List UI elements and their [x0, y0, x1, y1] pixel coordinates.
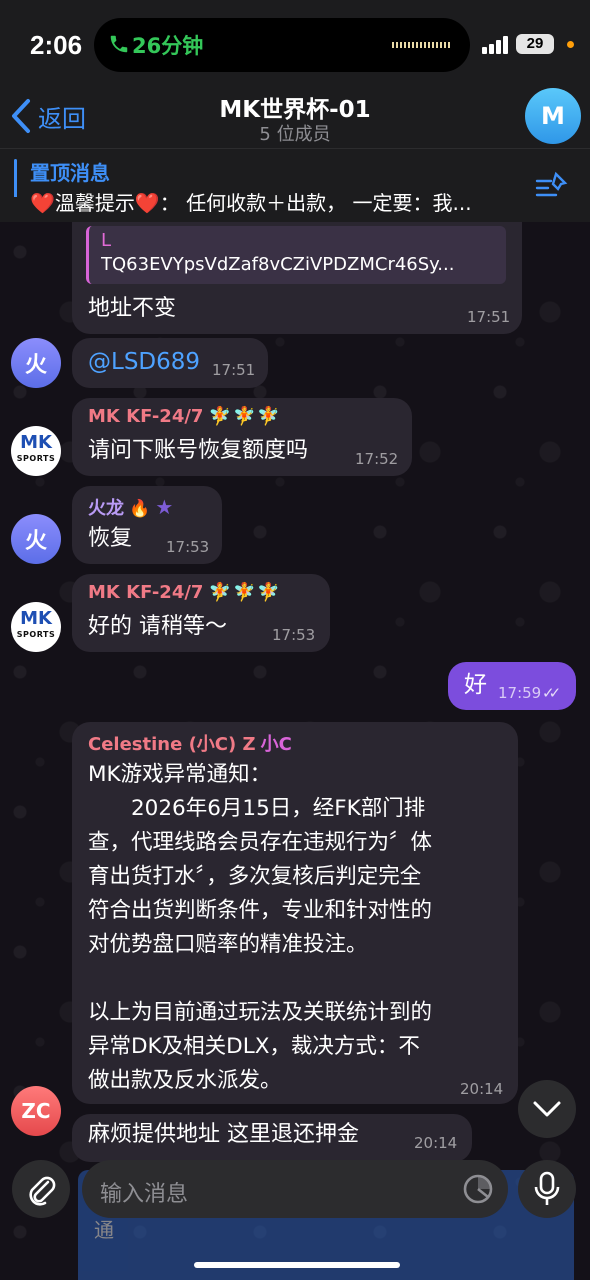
pinned-indicator	[14, 159, 17, 213]
message-time: 17:52	[355, 450, 399, 468]
avatar-logo-top: MK	[20, 432, 52, 453]
audio-wave-icon	[392, 42, 450, 48]
pinned-list-icon[interactable]	[534, 171, 568, 201]
sender-name[interactable]: MK KF-24/7	[88, 582, 203, 603]
sender-row: 火龙 🔥 ★	[88, 494, 173, 520]
star-badge-icon: ★	[155, 495, 174, 519]
message-time: 20:14	[460, 1080, 504, 1098]
reply-quote[interactable]: L TQ63EVYpsVdZaf8vCZiVPDZMCr46Sy...	[86, 226, 506, 284]
read-checkmarks-icon: ✓✓	[542, 684, 561, 702]
chevron-down-icon	[533, 1101, 561, 1117]
sender-name[interactable]: MK KF-24/7	[88, 406, 203, 427]
quote-text: TQ63EVYpsVdZaf8vCZiVPDZMCr46Sy...	[101, 254, 455, 275]
message-input-placeholder: 输入消息	[100, 1182, 189, 1207]
pinned-title: 置顶消息	[30, 161, 110, 185]
voice-record-button[interactable]	[518, 1160, 576, 1218]
message-bubble[interactable]: Celestine (小C) Z 小C MK游戏异常通知： 2026年6月15日…	[72, 722, 518, 1104]
message-text: 好的 请稍等～	[88, 614, 227, 639]
message-line: MK游戏异常通知：	[88, 762, 272, 787]
message-line	[88, 962, 508, 996]
sender-name[interactable]: Celestine (小C) Z	[88, 734, 256, 755]
composer-bar: 输入消息	[0, 1152, 590, 1280]
chat-title[interactable]: MK世界杯-01	[0, 90, 590, 124]
message-line: 2026年6月15日，经FK部门排	[88, 796, 426, 821]
fire-emoji: 🔥	[129, 499, 151, 519]
message-text: 地址不变	[88, 296, 177, 321]
message-time: 17:51	[467, 308, 511, 326]
avatar[interactable]: MK SPORTS	[11, 602, 61, 652]
call-duration: 26分钟	[132, 34, 204, 58]
sender-row: MK KF-24/7 🧚🧚🧚	[88, 582, 282, 603]
message-time: 17:53	[166, 538, 210, 556]
battery-icon: 29	[516, 34, 554, 54]
pinned-message-bar[interactable]: 置顶消息 ❤️溫馨提示❤️： 任何收款＋出款， 一定要：我...	[0, 148, 590, 222]
message-bubble[interactable]: MK KF-24/7 🧚🧚🧚 好的 请稍等～ 17:53	[72, 574, 330, 652]
scroll-to-bottom-button[interactable]	[518, 1080, 576, 1138]
member-count: 5 位成员	[259, 124, 331, 145]
sender-tag: 小C	[260, 734, 292, 755]
message-text: 好	[464, 672, 487, 698]
message-time: 17:59	[498, 684, 542, 702]
message-line: 以上为目前通过玩法及关联统计到的	[88, 1000, 433, 1025]
avatar[interactable]: ZC	[11, 1086, 61, 1136]
avatar-logo-top: MK	[20, 608, 52, 629]
sender-row: MK KF-24/7 🧚🧚🧚	[88, 406, 282, 427]
phone-icon	[108, 32, 130, 56]
avatar-logo-bottom: SPORTS	[16, 454, 56, 463]
message-line: 育出货打水〞，多次复核后判定完全	[88, 864, 422, 889]
message-bubble[interactable]: L TQ63EVYpsVdZaf8vCZiVPDZMCr46Sy... 地址不变…	[72, 222, 522, 334]
message-text: 恢复	[88, 526, 133, 551]
avatar[interactable]: MK SPORTS	[11, 426, 61, 476]
outgoing-message-bubble[interactable]: 好 17:59 ✓✓	[448, 662, 576, 710]
recording-dot-icon	[567, 41, 574, 48]
attach-button[interactable]	[12, 1160, 70, 1218]
message-bubble[interactable]: MK KF-24/7 🧚🧚🧚 请问下账号恢复额度吗 17:52	[72, 398, 412, 476]
active-call-pill[interactable]: 26分钟	[94, 18, 470, 72]
message-mention[interactable]: @LSD689	[88, 345, 200, 379]
message-time: 17:53	[272, 626, 316, 644]
sender-row: Celestine (小C) Z 小C	[88, 730, 292, 756]
message-line: 查，代理线路会员存在违规行为〞体	[88, 830, 433, 855]
avatar[interactable]: 火	[11, 338, 61, 388]
fairy-emoji: 🧚🧚🧚	[208, 406, 282, 427]
signal-icon	[482, 36, 508, 54]
message-text: 请问下账号恢复额度吗	[88, 438, 309, 463]
message-line: 符合出货判断条件，专业和针对性的	[88, 898, 433, 923]
avatar[interactable]: 火	[11, 514, 61, 564]
home-indicator[interactable]	[194, 1262, 400, 1268]
message-time: 20:14	[414, 1134, 458, 1152]
sender-name[interactable]: 火龙	[88, 498, 124, 519]
message-bubble[interactable]: @LSD689 17:51	[72, 338, 268, 388]
status-bar: 2:06 26分钟 29	[0, 0, 590, 90]
message-time: 17:51	[212, 361, 256, 379]
group-avatar[interactable]: M	[525, 88, 581, 144]
quote-sender: L	[101, 230, 112, 251]
message-body: MK游戏异常通知： 2026年6月15日，经FK部门排 查，代理线路会员存在违规…	[88, 758, 508, 1098]
paperclip-icon	[29, 1176, 56, 1206]
message-line: 对优势盘口赔率的精准投注。	[88, 932, 368, 957]
status-time: 2:06	[30, 30, 83, 60]
chat-header: 返回 MK世界杯-01 5 位成员 M	[0, 88, 590, 148]
sticker-icon[interactable]	[462, 1173, 494, 1205]
fairy-emoji: 🧚🧚🧚	[208, 582, 282, 603]
message-line: 异常DK及相关DLX，裁决方式：不	[88, 1034, 420, 1059]
message-text: 麻烦提供地址 这里退还押金	[88, 1122, 359, 1147]
message-input[interactable]: 输入消息	[82, 1160, 508, 1218]
pinned-text: ❤️溫馨提示❤️： 任何收款＋出款， 一定要：我...	[30, 191, 472, 215]
avatar-logo-bottom: SPORTS	[16, 630, 56, 639]
message-bubble[interactable]: 火龙 🔥 ★ 恢复 17:53	[72, 486, 222, 564]
microphone-icon	[534, 1171, 560, 1205]
message-line: 做出款及反水派发。	[88, 1068, 282, 1093]
